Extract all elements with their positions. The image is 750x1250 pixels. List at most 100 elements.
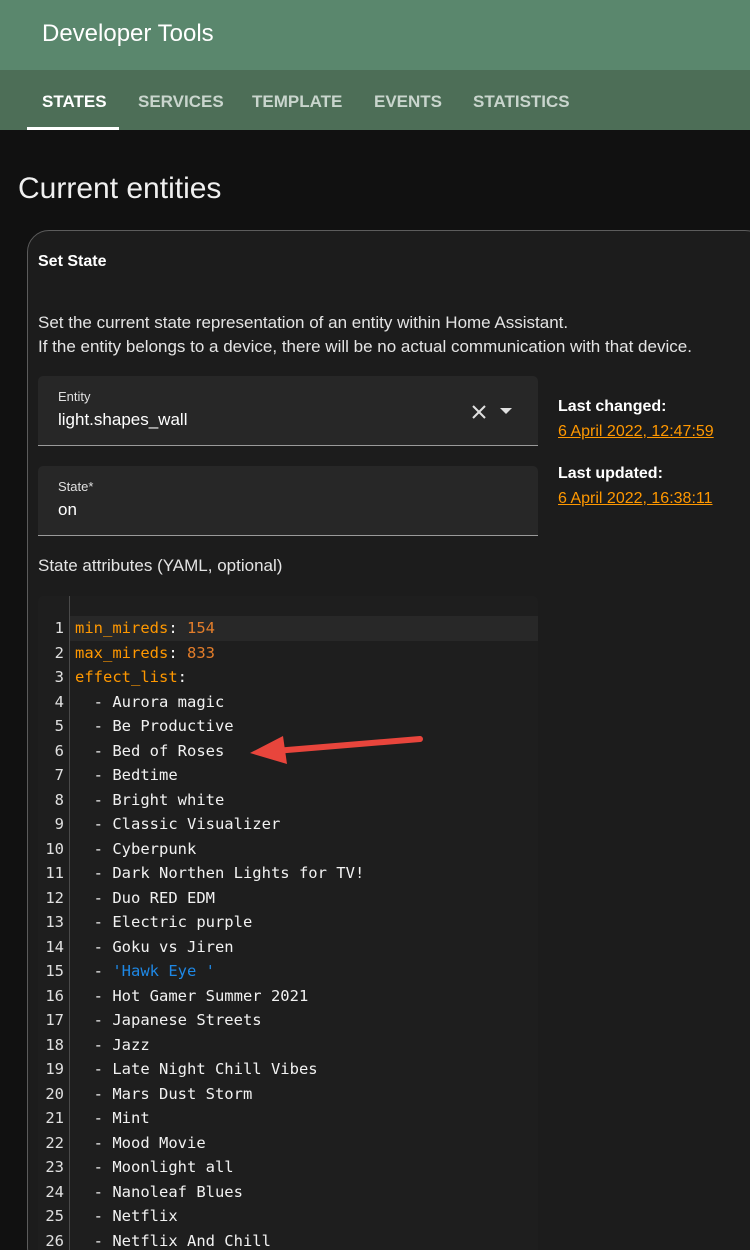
yaml-line[interactable]: 1 min_mireds: 154 bbox=[38, 616, 538, 641]
yaml-line[interactable]: 7 - Bedtime bbox=[38, 763, 538, 788]
yaml-line[interactable]: 19 - Late Night Chill Vibes bbox=[38, 1057, 538, 1082]
yaml-line[interactable]: 13 - Electric purple bbox=[38, 910, 538, 935]
last-updated-value[interactable]: 6 April 2022, 16:38:11 bbox=[558, 490, 713, 508]
yaml-line[interactable]: 18 - Jazz bbox=[38, 1033, 538, 1058]
yaml-line[interactable]: 17 - Japanese Streets bbox=[38, 1008, 538, 1033]
description-line-2: If the entity belongs to a device, there… bbox=[38, 337, 692, 356]
yaml-line[interactable]: 9 - Classic Visualizer bbox=[38, 812, 538, 837]
yaml-list-item: Goku vs Jiren bbox=[112, 937, 234, 956]
line-code: - 'Hawk Eye ' bbox=[75, 962, 215, 980]
line-code: - Classic Visualizer bbox=[75, 815, 281, 833]
yaml-line[interactable]: 15 - 'Hawk Eye ' bbox=[38, 959, 538, 984]
yaml-line[interactable]: 11 - Dark Northen Lights for TV! bbox=[38, 861, 538, 886]
red-arrow-annotation bbox=[250, 736, 423, 764]
description-line-1: Set the current state representation of … bbox=[38, 313, 569, 332]
line-code: - Dark Northen Lights for TV! bbox=[75, 864, 365, 882]
line-number: 2 bbox=[54, 643, 64, 662]
line-number: 11 bbox=[45, 864, 64, 882]
line-number: 12 bbox=[45, 888, 64, 907]
line-code: - Nanoleaf Blues bbox=[75, 1182, 243, 1201]
yaml-list-item: Duo RED EDM bbox=[112, 888, 215, 907]
state-label: State* bbox=[58, 479, 94, 494]
entity-value[interactable]: light.shapes_wall bbox=[58, 410, 187, 430]
line-number: 6 bbox=[54, 741, 64, 760]
entity-label: Entity bbox=[58, 389, 91, 404]
yaml-line[interactable]: 2 max_mireds: 833 bbox=[38, 641, 538, 666]
yaml-list-item: Mars Dust Storm bbox=[112, 1084, 253, 1103]
tab-states[interactable]: STATES bbox=[42, 92, 107, 112]
line-code: - Moonlight all bbox=[75, 1158, 234, 1176]
yaml-line[interactable]: 10 - Cyberpunk bbox=[38, 837, 538, 862]
yaml-list-item: Japanese Streets bbox=[112, 1011, 262, 1029]
tab-services[interactable]: SERVICES bbox=[138, 92, 224, 112]
tab-template[interactable]: TEMPLATE bbox=[252, 92, 342, 112]
line-code: - Netflix And Chill bbox=[75, 1231, 271, 1250]
line-number: 14 bbox=[45, 937, 64, 956]
yaml-line[interactable]: 22 - Mood Movie bbox=[38, 1131, 538, 1156]
yaml-list-item: Nanoleaf Blues bbox=[112, 1182, 243, 1201]
yaml-line[interactable]: 4 - Aurora magic bbox=[38, 690, 538, 715]
state-field[interactable]: State* on bbox=[38, 466, 538, 536]
line-number: 19 bbox=[45, 1060, 64, 1078]
line-number: 21 bbox=[45, 1109, 64, 1127]
yaml-line[interactable]: 24 - Nanoleaf Blues bbox=[38, 1180, 538, 1205]
line-code: - Duo RED EDM bbox=[75, 888, 215, 907]
app-title: Developer Tools bbox=[42, 20, 214, 47]
yaml-line[interactable]: 21 - Mint bbox=[38, 1106, 538, 1131]
line-number: 8 bbox=[54, 790, 64, 809]
yaml-string: 'Hawk Eye ' bbox=[112, 962, 215, 980]
yaml-line[interactable]: 8 - Bright white bbox=[38, 788, 538, 813]
tab-events[interactable]: EVENTS bbox=[374, 92, 442, 112]
yaml-line[interactable]: 20 - Mars Dust Storm bbox=[38, 1082, 538, 1107]
yaml-line[interactable]: 25 - Netflix bbox=[38, 1204, 538, 1229]
line-number: 1 bbox=[54, 619, 64, 637]
line-number: 7 bbox=[54, 766, 64, 784]
line-code: - Mint bbox=[75, 1109, 150, 1127]
state-value[interactable]: on bbox=[58, 500, 77, 520]
menu-down-icon[interactable] bbox=[499, 406, 513, 416]
line-code: - Aurora magic bbox=[75, 692, 225, 711]
last-changed-label: Last changed: bbox=[558, 398, 667, 415]
line-code: - Bright white bbox=[75, 790, 225, 809]
yaml-list-item: Mood Movie bbox=[112, 1133, 206, 1152]
yaml-line[interactable]: 23 - Moonlight all bbox=[38, 1155, 538, 1180]
line-number: 16 bbox=[45, 986, 64, 1005]
line-code: - Bed of Roses bbox=[75, 741, 225, 760]
yaml-line[interactable]: 16 - Hot Gamer Summer 2021 bbox=[38, 984, 538, 1009]
line-code: - Bedtime bbox=[75, 766, 178, 784]
line-code: - Japanese Streets bbox=[75, 1011, 262, 1029]
line-number: 13 bbox=[45, 913, 64, 931]
line-code: - Hot Gamer Summer 2021 bbox=[75, 986, 309, 1005]
last-updated-label: Last updated: bbox=[558, 465, 663, 482]
yaml-line[interactable]: 26 - Netflix And Chill bbox=[38, 1229, 538, 1250]
line-number: 22 bbox=[45, 1133, 64, 1152]
yaml-line[interactable]: 12 - Duo RED EDM bbox=[38, 886, 538, 911]
yaml-line[interactable]: 14 - Goku vs Jiren bbox=[38, 935, 538, 960]
line-code: effect_list: bbox=[75, 668, 187, 686]
yaml-list-item: Cyberpunk bbox=[112, 839, 197, 858]
yaml-list-item: Classic Visualizer bbox=[112, 815, 281, 833]
yaml-list-item: Mint bbox=[112, 1109, 150, 1127]
yaml-line[interactable]: 3 effect_list: bbox=[38, 665, 538, 690]
yaml-list-item: Aurora magic bbox=[112, 692, 225, 711]
line-code: max_mireds: 833 bbox=[75, 643, 216, 662]
app-header: Developer Tools bbox=[0, 0, 750, 70]
line-code: - Netflix bbox=[75, 1207, 178, 1225]
last-changed-value[interactable]: 6 April 2022, 12:47:59 bbox=[558, 423, 714, 441]
line-number: 23 bbox=[45, 1158, 64, 1176]
yaml-key: min_mireds bbox=[75, 619, 169, 637]
yaml-number: 833 bbox=[187, 643, 216, 662]
yaml-list-item: Bright white bbox=[112, 790, 225, 809]
yaml-list-item: Late Night Chill Vibes bbox=[112, 1060, 318, 1078]
entity-field[interactable]: Entity light.shapes_wall bbox=[38, 376, 538, 446]
line-number: 15 bbox=[45, 962, 64, 980]
line-number: 24 bbox=[45, 1182, 64, 1201]
yaml-list-item: Moonlight all bbox=[112, 1158, 234, 1176]
yaml-editor[interactable]: 1 min_mireds: 154 2 max_mireds: 833 3 effect_… bbox=[38, 596, 538, 1250]
tab-statistics[interactable]: STATISTICS bbox=[473, 92, 570, 112]
line-number: 17 bbox=[45, 1011, 64, 1029]
line-code: - Be Productive bbox=[75, 717, 234, 735]
close-icon[interactable] bbox=[469, 402, 489, 422]
line-number: 3 bbox=[54, 668, 64, 686]
yaml-key: max_mireds bbox=[75, 643, 169, 662]
